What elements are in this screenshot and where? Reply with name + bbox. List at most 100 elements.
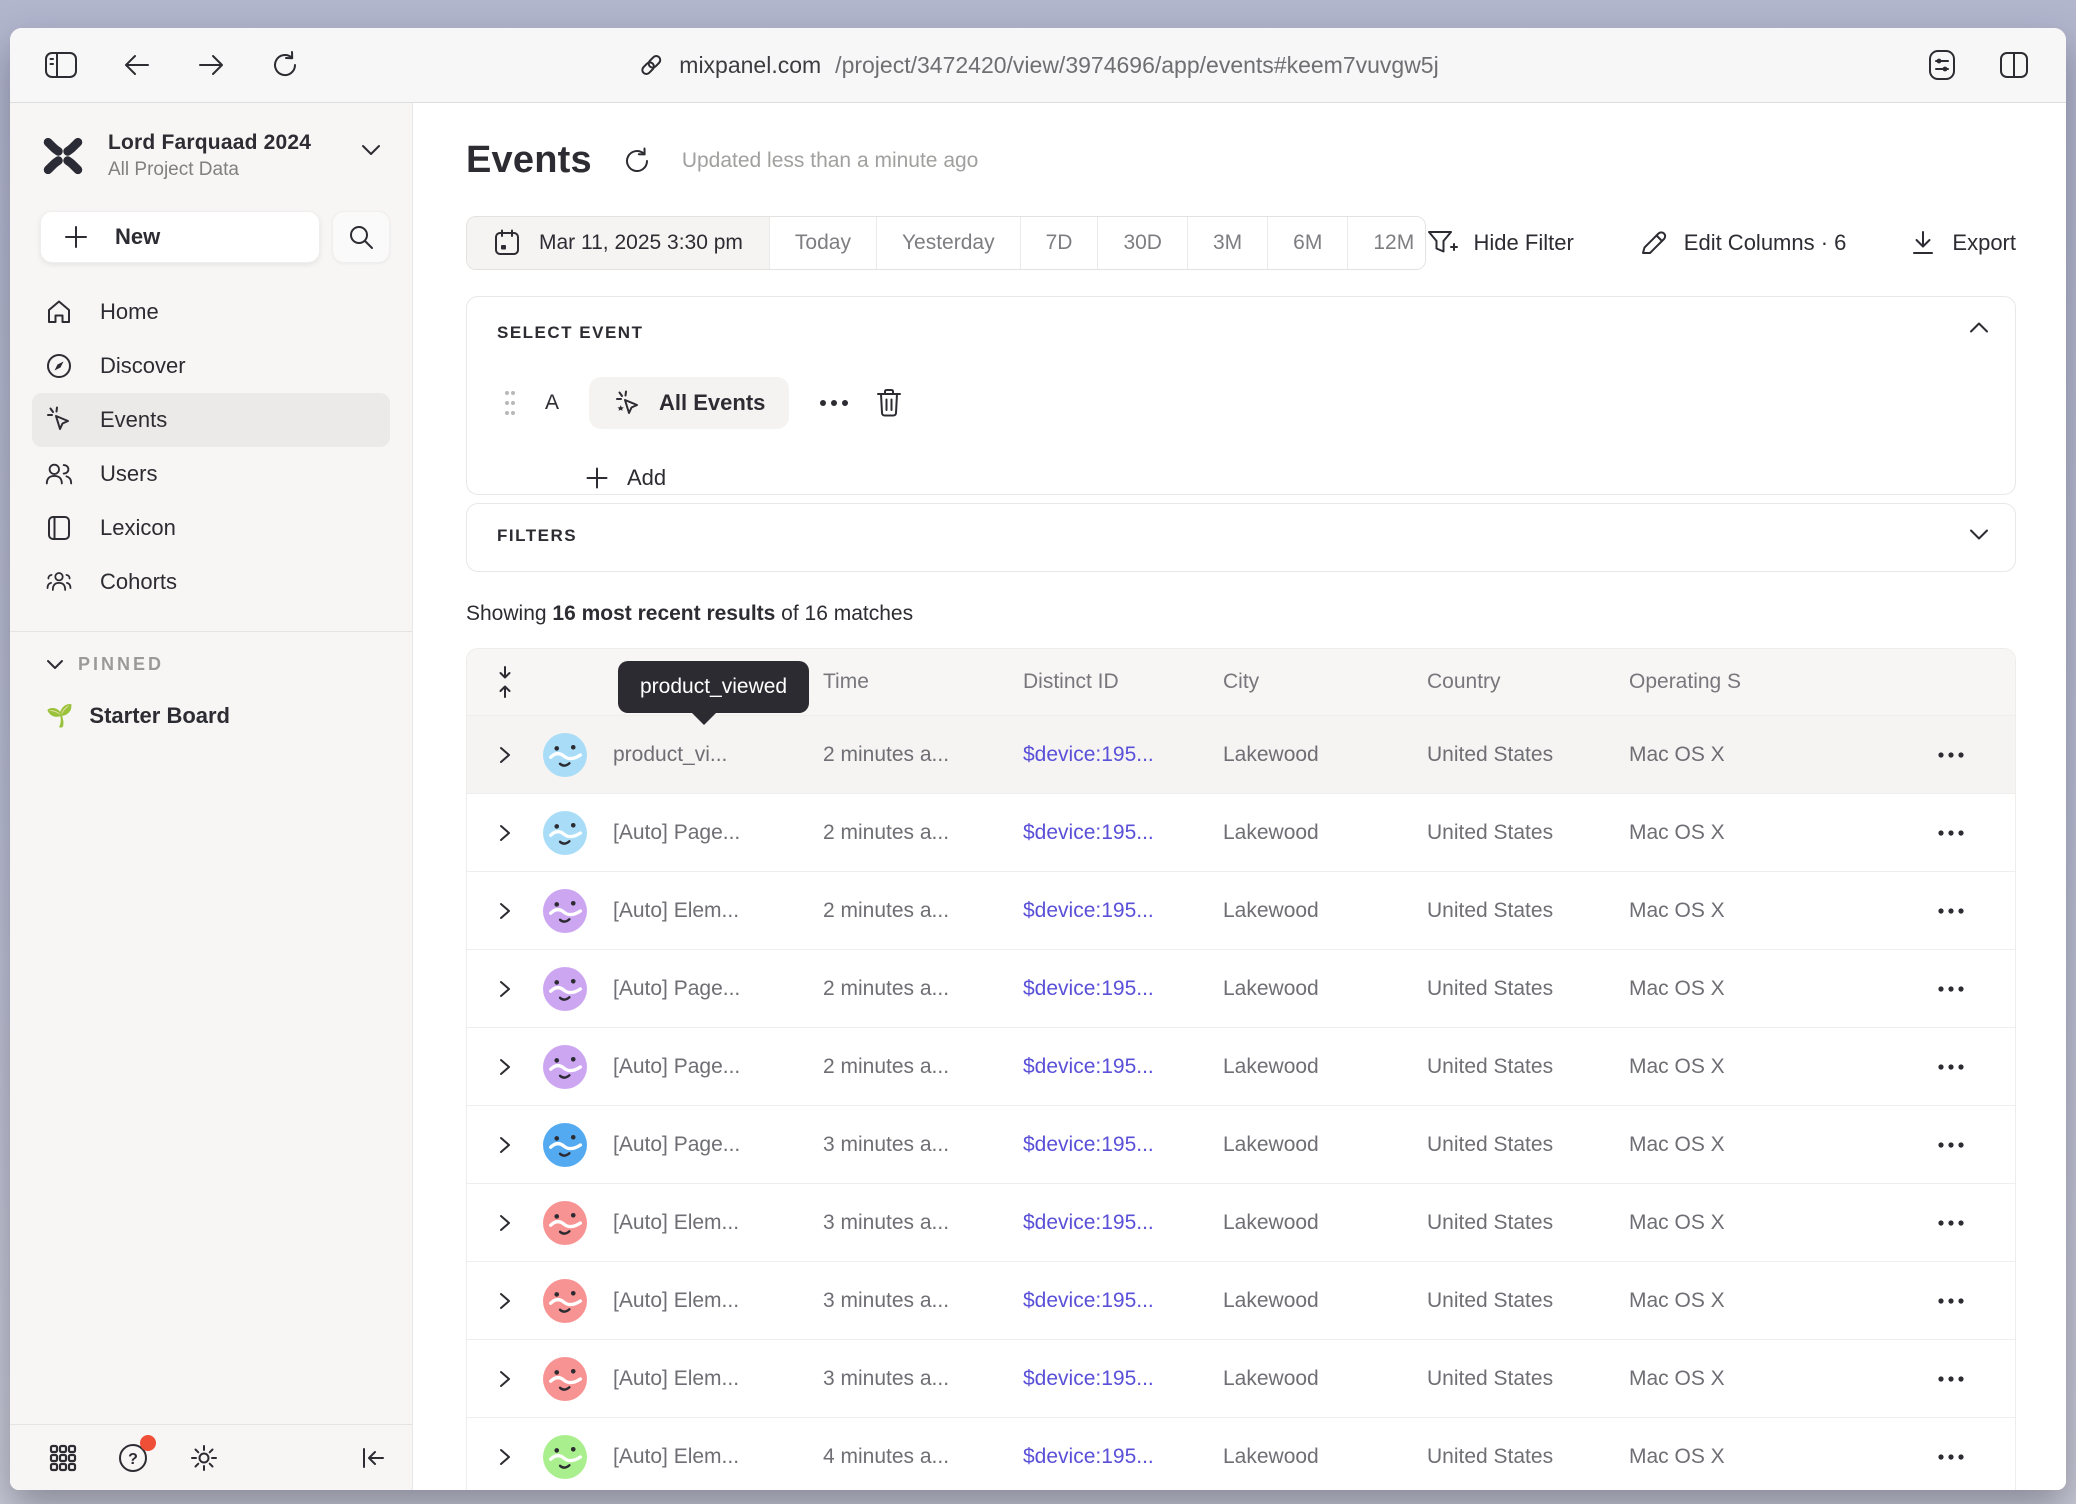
- country-value: United States: [1427, 977, 1629, 1001]
- back-icon[interactable]: [122, 52, 152, 78]
- expand-row-icon[interactable]: [467, 979, 543, 999]
- export-button[interactable]: Export: [1910, 229, 2016, 257]
- range-yesterday[interactable]: Yesterday: [877, 217, 1021, 269]
- forward-icon[interactable]: [196, 52, 226, 78]
- row-more-options-icon[interactable]: [1855, 1219, 2015, 1227]
- country-value: United States: [1427, 899, 1629, 923]
- col-country[interactable]: Country: [1427, 670, 1629, 694]
- avatar: [543, 1123, 613, 1167]
- refresh-icon[interactable]: [622, 146, 652, 176]
- sidebar-item-lexicon[interactable]: Lexicon: [32, 501, 390, 555]
- row-more-options-icon[interactable]: [1855, 1063, 2015, 1071]
- browser-toolbar: mixpanel.com/project/3472420/view/397469…: [10, 28, 2066, 103]
- sidebar-item-cohorts[interactable]: Cohorts: [32, 555, 390, 609]
- row-more-options-icon[interactable]: [1855, 1141, 2015, 1149]
- range-7d[interactable]: 7D: [1021, 217, 1099, 269]
- collapse-sidebar-icon[interactable]: [360, 1447, 386, 1469]
- expand-row-icon[interactable]: [467, 1447, 543, 1467]
- chevron-down-icon[interactable]: [360, 143, 382, 162]
- city-value: Lakewood: [1223, 743, 1427, 767]
- table-row[interactable]: [Auto] Page... 2 minutes a... $device:19…: [467, 793, 2015, 871]
- pinned-section-header[interactable]: PINNED: [46, 654, 390, 675]
- home-icon: [44, 297, 74, 327]
- distinct-id-link[interactable]: $device:195...: [1023, 1445, 1223, 1469]
- row-more-options-icon[interactable]: [1855, 1375, 2015, 1383]
- apps-grid-icon[interactable]: [48, 1443, 78, 1473]
- table-row[interactable]: [Auto] Page... 2 minutes a... $device:19…: [467, 1027, 2015, 1105]
- table-row[interactable]: [Auto] Page... 3 minutes a... $device:19…: [467, 1105, 2015, 1183]
- city-value: Lakewood: [1223, 977, 1427, 1001]
- country-value: United States: [1427, 1055, 1629, 1079]
- expand-row-icon[interactable]: [467, 1057, 543, 1077]
- table-row[interactable]: product_vi... 2 minutes a... $device:195…: [467, 715, 2015, 793]
- hide-filter-button[interactable]: Hide Filter: [1426, 228, 1574, 258]
- col-operating-system[interactable]: Operating S: [1629, 670, 1855, 694]
- table-row[interactable]: [Auto] Elem... 3 minutes a... $device:19…: [467, 1183, 2015, 1261]
- range-6m[interactable]: 6M: [1268, 217, 1348, 269]
- help-icon[interactable]: ?: [116, 1441, 150, 1475]
- edit-columns-button[interactable]: Edit Columns · 6: [1638, 228, 1847, 258]
- distinct-id-link[interactable]: $device:195...: [1023, 1367, 1223, 1391]
- distinct-id-link[interactable]: $device:195...: [1023, 743, 1223, 767]
- trash-icon[interactable]: [875, 387, 903, 419]
- expand-row-icon[interactable]: [467, 745, 543, 765]
- chevron-up-icon[interactable]: [1969, 321, 1989, 339]
- expand-row-icon[interactable]: [467, 823, 543, 843]
- browser-sidebar-toggle-icon[interactable]: [44, 50, 78, 80]
- drag-handle-icon[interactable]: [503, 388, 517, 418]
- row-more-options-icon[interactable]: [1855, 1453, 2015, 1461]
- settings-gear-icon[interactable]: [188, 1442, 220, 1474]
- table-row[interactable]: [Auto] Page... 2 minutes a... $device:19…: [467, 949, 2015, 1027]
- event-selector-pill[interactable]: All Events: [589, 377, 789, 429]
- table-row[interactable]: [Auto] Elem... 3 minutes a... $device:19…: [467, 1339, 2015, 1417]
- sidebar-item-starter-board[interactable]: 🌱 Starter Board: [46, 703, 390, 729]
- events-icon: [44, 405, 74, 435]
- col-time[interactable]: Time: [823, 670, 1023, 694]
- range-12m[interactable]: 12M: [1348, 217, 1425, 269]
- split-view-icon[interactable]: [1998, 50, 2030, 80]
- col-city[interactable]: City: [1223, 670, 1427, 694]
- distinct-id-link[interactable]: $device:195...: [1023, 899, 1223, 923]
- filters-card[interactable]: FILTERS: [466, 503, 2016, 572]
- expand-row-icon[interactable]: [467, 1291, 543, 1311]
- range-today[interactable]: Today: [770, 217, 877, 269]
- add-event-button[interactable]: Add: [585, 465, 1985, 491]
- reload-icon[interactable]: [270, 50, 300, 80]
- row-more-options-icon[interactable]: [1855, 751, 2015, 759]
- distinct-id-link[interactable]: $device:195...: [1023, 977, 1223, 1001]
- table-row[interactable]: [Auto] Elem... 2 minutes a... $device:19…: [467, 871, 2015, 949]
- range-30d[interactable]: 30D: [1098, 217, 1188, 269]
- row-more-options-icon[interactable]: [1855, 985, 2015, 993]
- table-row[interactable]: [Auto] Elem... 4 minutes a... $device:19…: [467, 1417, 2015, 1490]
- row-more-options-icon[interactable]: [1855, 907, 2015, 915]
- range-3m[interactable]: 3M: [1188, 217, 1268, 269]
- row-more-options-icon[interactable]: [1855, 829, 2015, 837]
- search-button[interactable]: [332, 211, 390, 263]
- download-icon: [1910, 229, 1936, 257]
- distinct-id-link[interactable]: $device:195...: [1023, 1055, 1223, 1079]
- distinct-id-link[interactable]: $device:195...: [1023, 821, 1223, 845]
- address-bar[interactable]: mixpanel.com/project/3472420/view/397469…: [637, 51, 1438, 79]
- sidebar-item-users[interactable]: Users: [32, 447, 390, 501]
- row-more-options-icon[interactable]: [1855, 1297, 2015, 1305]
- distinct-id-link[interactable]: $device:195...: [1023, 1289, 1223, 1313]
- sidebar-item-discover[interactable]: Discover: [32, 339, 390, 393]
- chevron-down-icon[interactable]: [1969, 528, 1989, 546]
- expand-row-icon[interactable]: [467, 1213, 543, 1233]
- city-value: Lakewood: [1223, 821, 1427, 845]
- expand-row-icon[interactable]: [467, 1135, 543, 1155]
- sidebar-item-events[interactable]: Events: [32, 393, 390, 447]
- extensions-icon[interactable]: [1926, 48, 1958, 82]
- col-distinct-id[interactable]: Distinct ID: [1023, 670, 1223, 694]
- expand-row-icon[interactable]: [467, 901, 543, 921]
- sidebar-item-home[interactable]: Home: [32, 285, 390, 339]
- more-options-icon[interactable]: [817, 398, 851, 408]
- project-switcher[interactable]: Lord Farquaad 2024 All Project Data: [40, 131, 390, 181]
- collapse-all-icon[interactable]: [467, 665, 543, 699]
- new-button[interactable]: New: [40, 211, 320, 263]
- distinct-id-link[interactable]: $device:195...: [1023, 1133, 1223, 1157]
- date-picker[interactable]: Mar 11, 2025 3:30 pm: [467, 217, 770, 269]
- expand-row-icon[interactable]: [467, 1369, 543, 1389]
- table-row[interactable]: [Auto] Elem... 3 minutes a... $device:19…: [467, 1261, 2015, 1339]
- distinct-id-link[interactable]: $device:195...: [1023, 1211, 1223, 1235]
